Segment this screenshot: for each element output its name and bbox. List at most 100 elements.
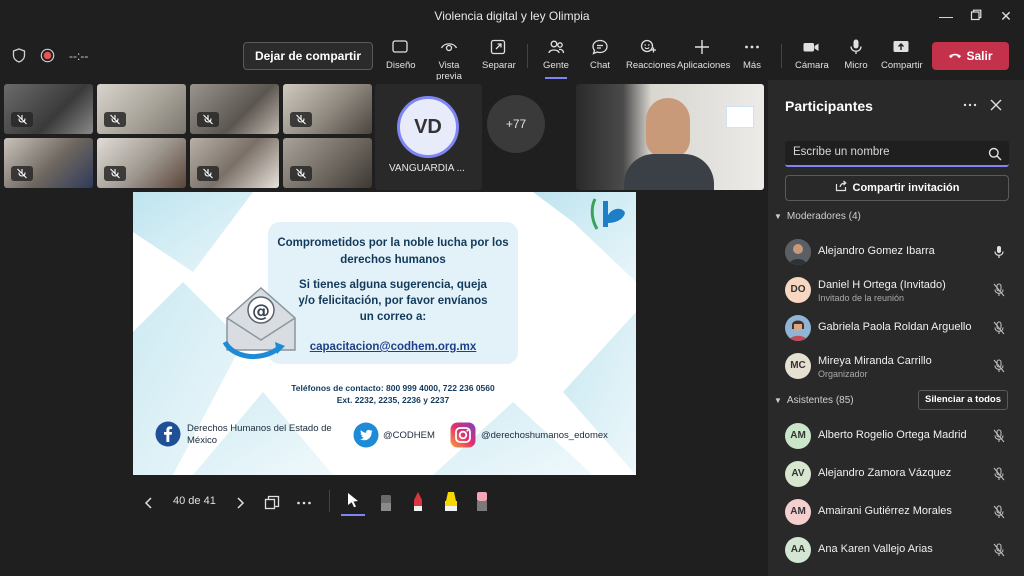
meeting-timer: --:-- <box>69 48 89 63</box>
avatar: MC <box>785 353 811 379</box>
reactions-icon <box>640 39 656 53</box>
eye-icon <box>440 43 458 52</box>
slide-email-link[interactable]: capacitacion@codhem.org.mx <box>268 341 518 353</box>
participant-video-tile[interactable] <box>190 84 279 134</box>
chat-icon <box>592 39 608 55</box>
meeting-stage: VD VANGUARDIA ... +77 Comprometidos por … <box>0 80 768 576</box>
participant-row[interactable]: MC Mireya Miranda Carrillo Organizador <box>785 351 1015 381</box>
muted-badge <box>11 166 33 181</box>
participant-row[interactable]: AM Alberto Rogelio Ortega Madrid <box>785 421 1015 451</box>
participant-row[interactable]: Alejandro Gomez Ibarra <box>785 237 1015 267</box>
participant-row[interactable]: DO Daniel H Ortega (Invitado) Invitado d… <box>785 275 1015 305</box>
avatar: AM <box>785 499 811 525</box>
active-indicator <box>545 77 567 79</box>
more-button[interactable]: Más <box>741 38 763 71</box>
mic-button[interactable]: Micro <box>843 38 869 71</box>
maximize-icon[interactable] <box>967 7 985 25</box>
design-icon <box>392 40 408 53</box>
avatar: AM <box>785 423 811 449</box>
red-pen-icon[interactable] <box>411 491 425 513</box>
more-options-icon[interactable] <box>963 98 977 112</box>
apps-button[interactable]: Aplicaciones <box>677 38 730 71</box>
participant-role: Invitado de la reunión <box>818 293 905 303</box>
pop-out-icon <box>490 39 506 55</box>
share-screen-icon <box>893 41 909 52</box>
microphone-icon <box>850 39 862 54</box>
participant-video-tile[interactable] <box>4 138 93 188</box>
participant-video-tile[interactable] <box>283 84 372 134</box>
mic-label: Micro <box>844 60 868 71</box>
caret-down-icon: ▼ <box>774 396 782 405</box>
instagram-icon <box>450 422 476 448</box>
participant-video-tile[interactable] <box>4 84 93 134</box>
search-input[interactable] <box>793 146 973 158</box>
highlighter-icon[interactable] <box>443 491 459 513</box>
svg-text:@: @ <box>252 301 270 322</box>
eraser-icon[interactable] <box>379 491 393 513</box>
title-bar: Violencia digital y ley Olimpia — ✕ <box>0 0 1024 32</box>
slide-body-line-3: un correo a: <box>359 311 427 323</box>
participant-search[interactable] <box>785 141 1009 167</box>
slide-body-line-2: y/o felicitación, por favor envíanos <box>298 295 488 307</box>
phone-hangup-icon <box>949 53 962 58</box>
people-button[interactable]: Gente <box>543 38 569 79</box>
participant-row[interactable]: AV Alejandro Zamora Vázquez <box>785 459 1015 489</box>
more-icon[interactable] <box>296 495 312 511</box>
participant-name: VANGUARDIA ... <box>389 163 465 174</box>
participant-row[interactable]: AM Amairani Gutiérrez Morales <box>785 497 1015 527</box>
chevron-left-icon[interactable] <box>142 496 156 510</box>
shield-icon[interactable] <box>12 48 26 63</box>
share-invite-button[interactable]: Compartir invitación <box>785 175 1009 201</box>
stop-sharing-button[interactable]: Dejar de compartir <box>243 42 373 70</box>
presenter-video-tile[interactable] <box>576 84 764 190</box>
participant-video-tile[interactable] <box>97 84 186 134</box>
participants-panel: Participantes Compartir invitación ▼ Mode… <box>768 80 1024 576</box>
share-button[interactable]: Compartir <box>881 38 923 71</box>
camera-button[interactable]: Cámara <box>795 38 829 71</box>
design-button[interactable]: Diseño <box>386 38 416 71</box>
moderators-label: Moderadores (4) <box>786 211 861 222</box>
moderators-section-header[interactable]: ▼ Moderadores (4) <box>774 211 861 222</box>
minimize-icon[interactable]: — <box>937 7 955 25</box>
mic-off-icon <box>993 359 1005 373</box>
email-envelope-icon: @ <box>222 286 296 360</box>
search-icon[interactable] <box>988 147 1002 161</box>
pink-marker-icon[interactable] <box>475 491 489 513</box>
muted-badge <box>290 166 312 181</box>
avatar: AA <box>785 537 811 563</box>
mute-all-button[interactable]: Silenciar a todos <box>918 390 1008 410</box>
close-icon[interactable] <box>989 98 1003 112</box>
close-window-icon[interactable]: ✕ <box>997 7 1015 25</box>
preview-button[interactable]: Vista previa <box>425 38 473 82</box>
codhem-logo-icon <box>726 106 754 128</box>
separate-label: Separar <box>482 60 516 71</box>
leave-button[interactable]: Salir <box>932 42 1009 70</box>
facebook-handle-line-2: México <box>187 435 218 446</box>
grid-view-icon[interactable] <box>264 495 280 511</box>
participant-row[interactable]: Gabriela Paola Roldan Arguello <box>785 313 1015 343</box>
mic-off-icon <box>993 321 1005 335</box>
share-icon <box>835 180 847 192</box>
participant-video-tile[interactable] <box>283 138 372 188</box>
separate-button[interactable]: Separar <box>482 38 516 71</box>
participant-video-tile[interactable] <box>190 138 279 188</box>
pointer-tool[interactable] <box>339 488 367 516</box>
avatar: DO <box>785 277 811 303</box>
chat-button[interactable]: Chat <box>589 38 611 71</box>
share-label: Compartir <box>881 60 923 71</box>
cursor-arrow-icon <box>348 493 358 508</box>
preview-label: Vista previa <box>436 60 462 82</box>
participant-name: Alberto Rogelio Ortega Madrid <box>818 429 967 441</box>
participant-video-tile[interactable] <box>97 138 186 188</box>
presenter-face <box>646 98 690 158</box>
chevron-right-icon[interactable] <box>233 496 247 510</box>
people-icon <box>548 40 565 54</box>
recording-icon[interactable] <box>40 48 55 63</box>
reactions-button[interactable]: Reacciones <box>626 38 676 71</box>
people-label: Gente <box>543 60 569 71</box>
avatar-participant-tile[interactable]: VD VANGUARDIA ... <box>375 84 482 190</box>
overflow-participants-button[interactable]: +77 <box>487 95 545 153</box>
participant-row[interactable]: AA Ana Karen Vallejo Arias <box>785 535 1015 565</box>
participant-name: Daniel H Ortega (Invitado) <box>818 279 946 291</box>
attendees-section-header[interactable]: ▼ Asistentes (85) <box>774 395 854 406</box>
